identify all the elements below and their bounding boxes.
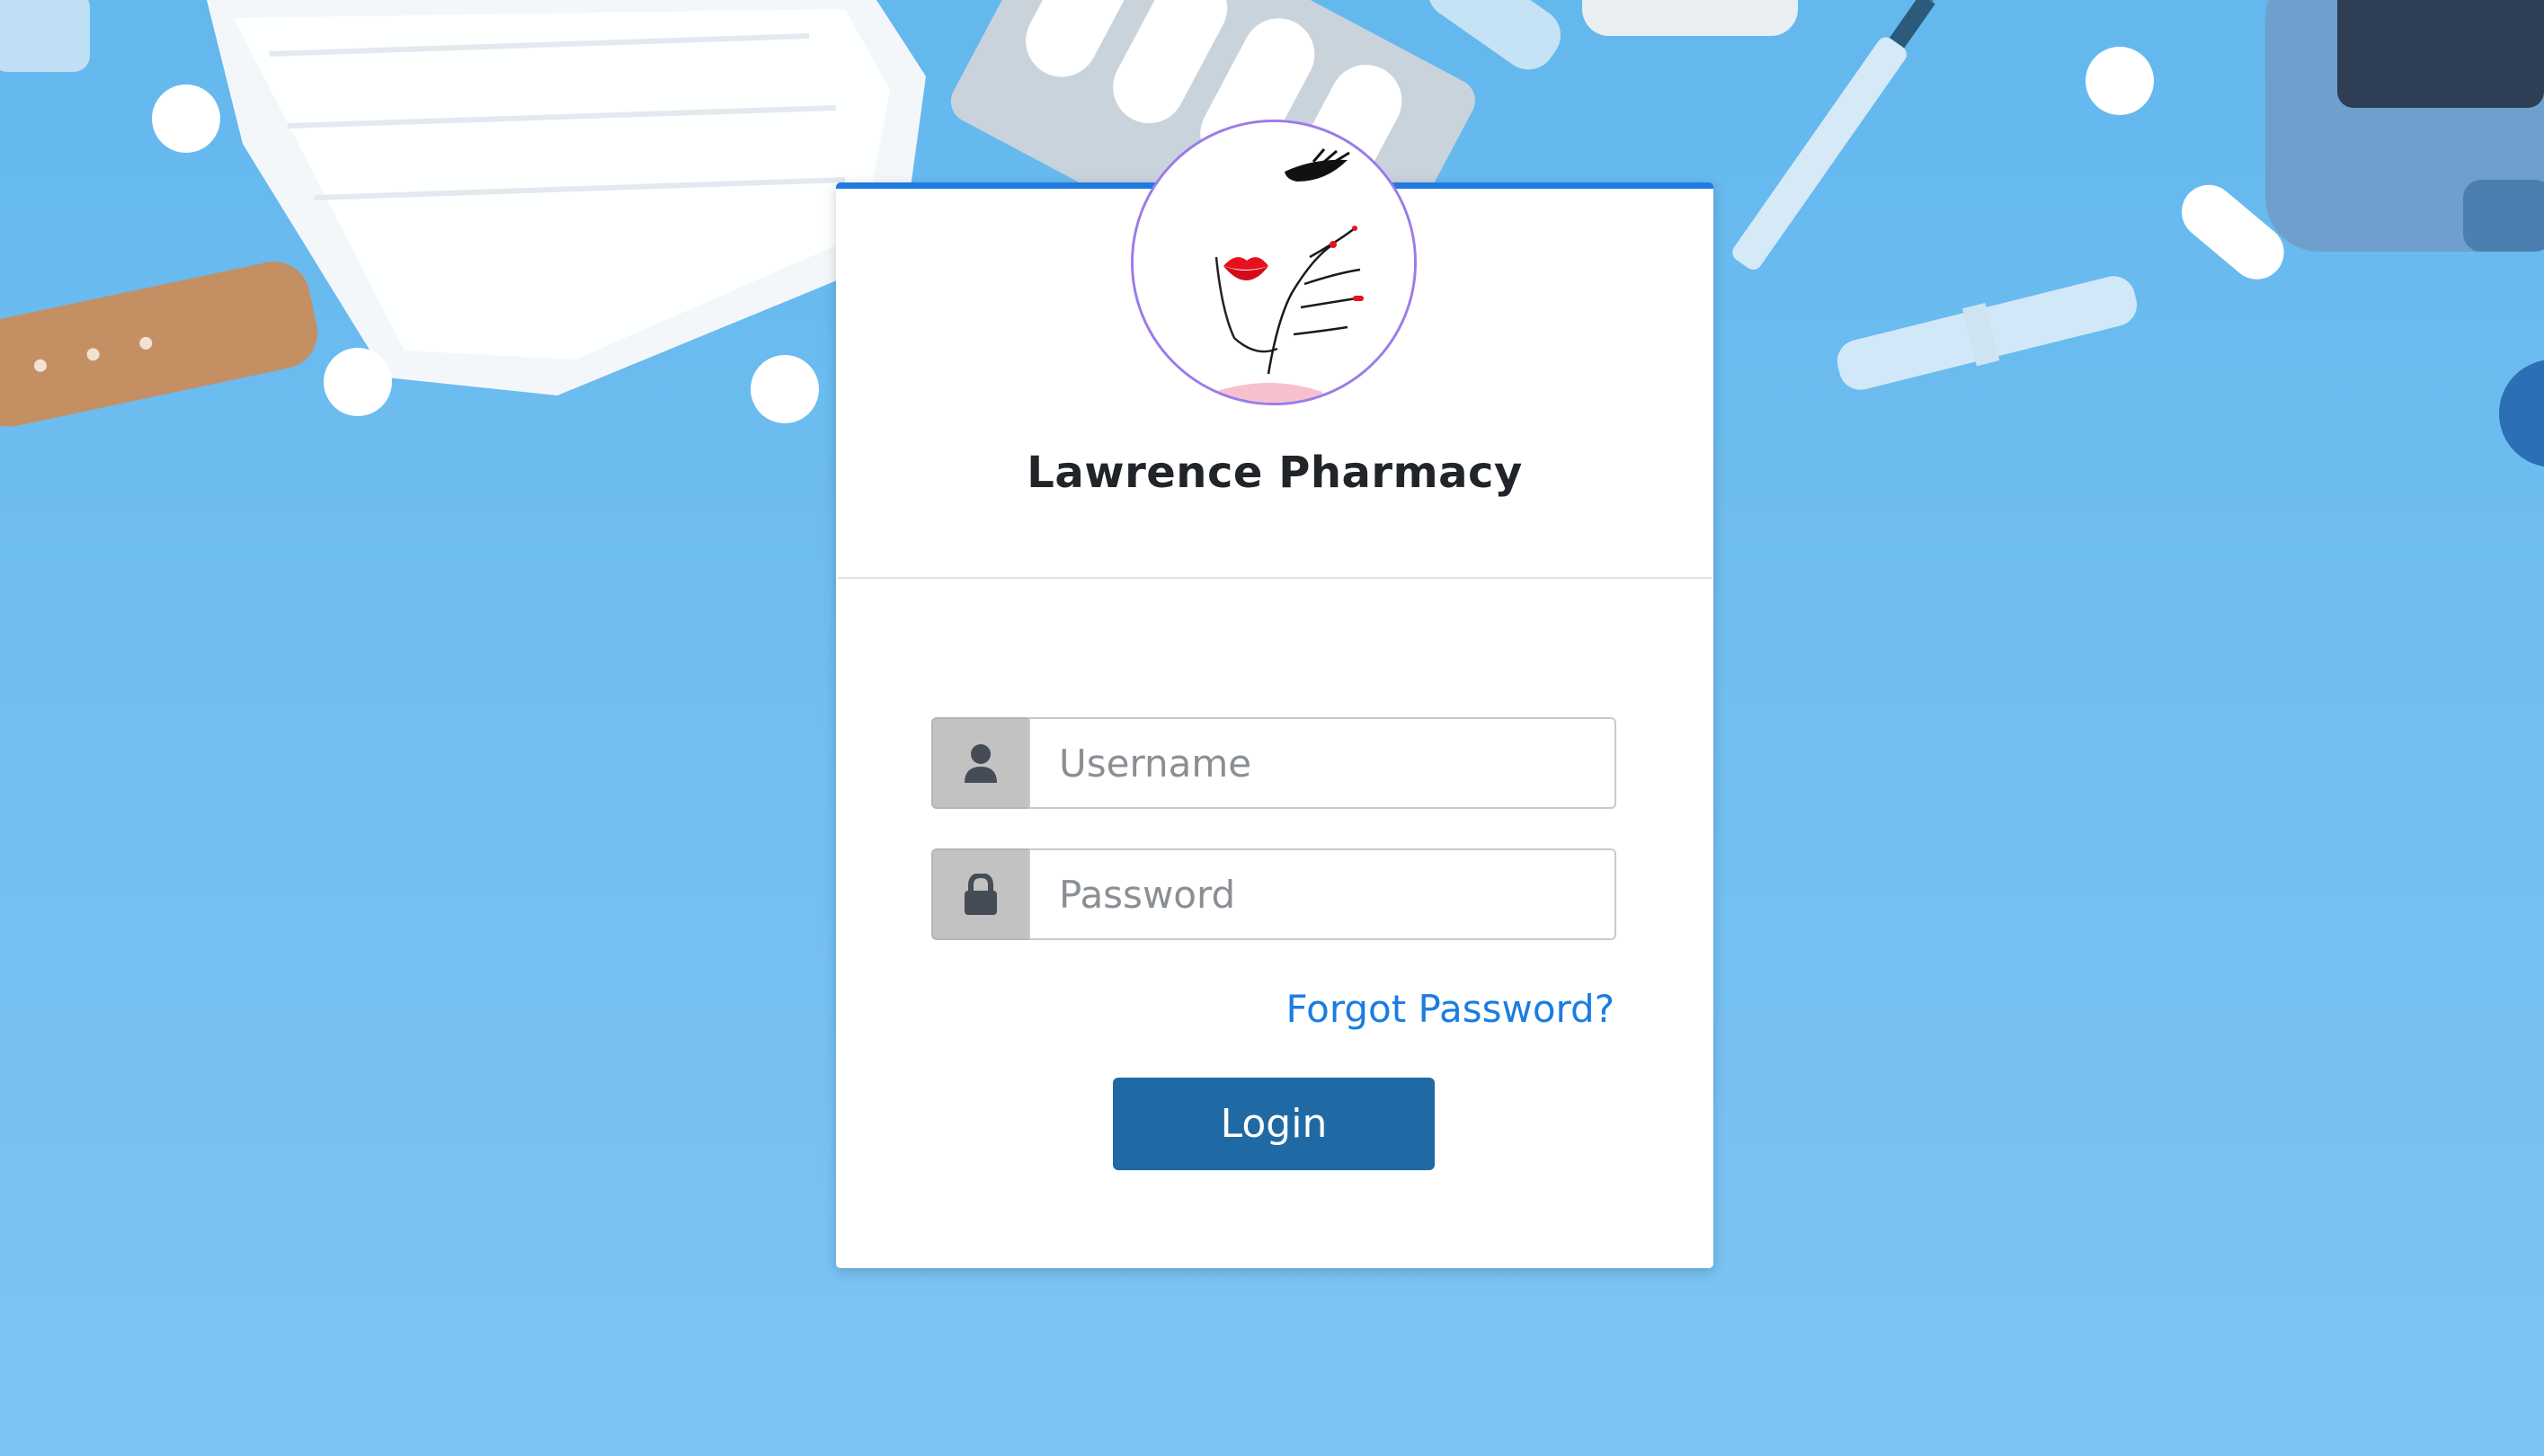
username-field[interactable] bbox=[1028, 717, 1616, 809]
login-button[interactable]: Login bbox=[1113, 1078, 1435, 1170]
password-field[interactable] bbox=[1028, 848, 1616, 940]
forgot-password-link[interactable]: Forgot Password? bbox=[1285, 987, 1614, 1031]
card-divider bbox=[838, 577, 1712, 579]
lips-hand-logo-icon bbox=[1131, 120, 1417, 405]
user-icon bbox=[931, 717, 1028, 809]
username-input-group bbox=[931, 717, 1616, 809]
password-input-group bbox=[931, 848, 1616, 940]
brand-title: Lawrence Pharmacy bbox=[1027, 448, 1523, 498]
lock-icon bbox=[931, 848, 1028, 940]
